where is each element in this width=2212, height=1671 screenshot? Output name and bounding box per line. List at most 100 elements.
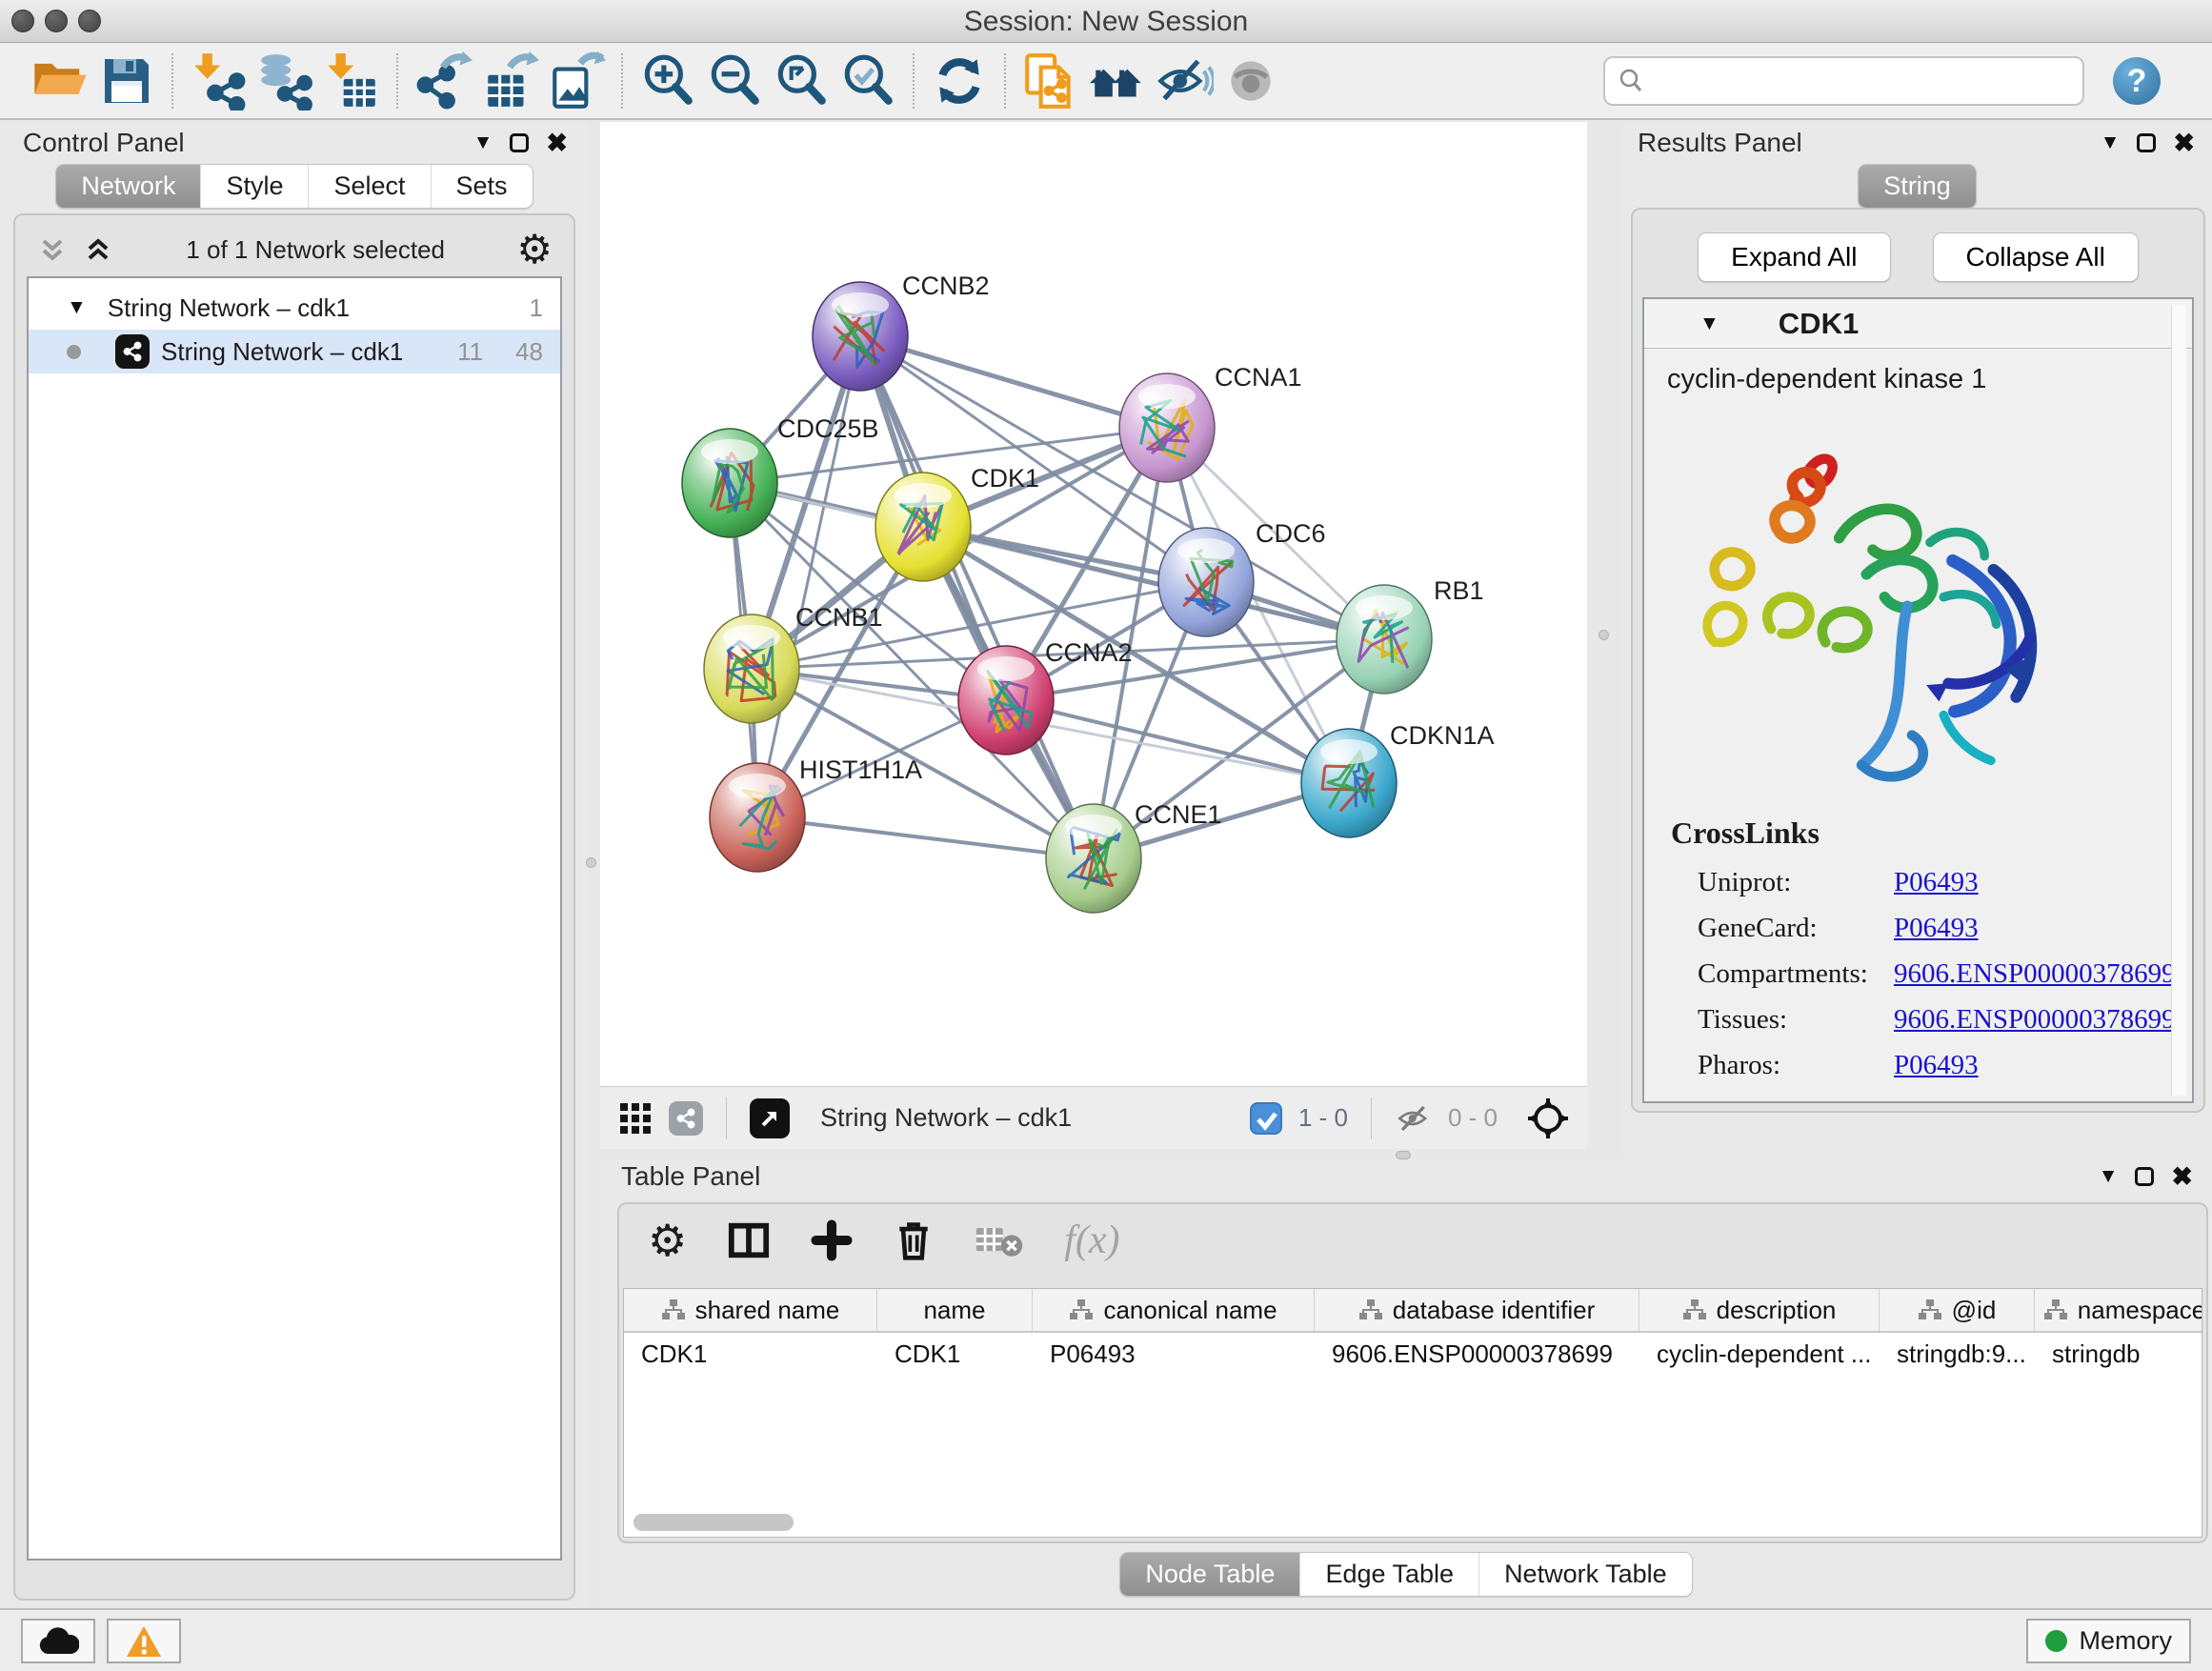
- network-node-CCNA2[interactable]: [958, 646, 1054, 755]
- expand-all-icon[interactable]: [82, 233, 114, 266]
- table-cell[interactable]: P06493: [1033, 1333, 1315, 1375]
- table-cell[interactable]: 9606.ENSP00000378699: [1315, 1333, 1639, 1375]
- float-panel-icon[interactable]: [2135, 1167, 2154, 1186]
- network-node-CDC6[interactable]: [1158, 528, 1254, 636]
- automation-cloud-button[interactable]: [21, 1619, 95, 1663]
- results-scrollbar[interactable]: [2171, 305, 2186, 1096]
- export-image-button[interactable]: [543, 50, 610, 112]
- network-node-CCNB2[interactable]: [813, 282, 908, 391]
- table-options-gear-icon[interactable]: ⚙: [648, 1218, 687, 1262]
- left-splitter-handle[interactable]: [586, 857, 596, 868]
- column-header-shared-name[interactable]: shared name: [624, 1289, 877, 1331]
- right-splitter-handle[interactable]: [1599, 630, 1609, 640]
- crosslink-link[interactable]: 9606.ENSP00000378699: [1894, 1004, 2176, 1036]
- tab-sets[interactable]: Sets: [431, 165, 533, 208]
- first-neighbors-button[interactable]: [1084, 50, 1151, 112]
- crosslink-link[interactable]: P06493: [1894, 1050, 1979, 1081]
- network-node-HIST1H1A[interactable]: [710, 763, 805, 872]
- tab-network[interactable]: Network: [56, 165, 200, 208]
- table-cell[interactable]: stringdb: [2035, 1333, 2202, 1375]
- gene-section-header[interactable]: ▼ CDK1: [1644, 299, 2192, 349]
- search-field[interactable]: [1603, 56, 2084, 106]
- open-session-button[interactable]: [27, 50, 93, 112]
- panel-menu-icon[interactable]: ▼: [2099, 1165, 2119, 1188]
- function-builder-icon[interactable]: f(x): [1064, 1218, 1119, 1263]
- tab-select[interactable]: Select: [308, 165, 430, 208]
- save-session-button[interactable]: [93, 50, 160, 112]
- detach-view-icon[interactable]: [750, 1098, 790, 1138]
- network-options-gear-icon[interactable]: ⚙: [516, 230, 553, 270]
- network-node-CCNE1[interactable]: [1046, 804, 1141, 913]
- show-columns-icon[interactable]: [727, 1218, 771, 1262]
- close-panel-icon[interactable]: ✖: [2171, 1164, 2193, 1190]
- crosslink-link[interactable]: 9606.ENSP00000378699: [1894, 958, 2176, 990]
- hidden-eye-slash-icon[interactable]: [1395, 1102, 1433, 1135]
- horizontal-splitter-handle[interactable]: [1396, 1151, 1411, 1159]
- import-network-from-database-button[interactable]: [251, 50, 318, 112]
- expand-all-button[interactable]: Expand All: [1698, 232, 1890, 282]
- network-view-type-icon[interactable]: [669, 1101, 703, 1136]
- node-table[interactable]: shared namenamecanonical namedatabase id…: [623, 1288, 2202, 1538]
- import-table-from-file-button[interactable]: [318, 50, 385, 112]
- search-input[interactable]: [1653, 66, 2071, 97]
- warnings-button[interactable]: [107, 1619, 181, 1663]
- panel-menu-icon[interactable]: ▼: [2101, 131, 2121, 154]
- grid-view-icon[interactable]: [617, 1100, 654, 1137]
- network-node-CDKN1A[interactable]: [1301, 729, 1397, 837]
- zoom-fit-content-button[interactable]: [768, 50, 835, 112]
- column-header--id[interactable]: @id: [1880, 1289, 2035, 1331]
- delete-column-trash-icon[interactable]: [893, 1218, 935, 1262]
- float-panel-icon[interactable]: [2137, 133, 2156, 152]
- section-expander-icon[interactable]: ▼: [1699, 312, 1719, 335]
- tab-network-table[interactable]: Network Table: [1478, 1553, 1692, 1596]
- column-header-namespace[interactable]: namespace: [2035, 1289, 2202, 1331]
- table-cell[interactable]: stringdb:9...: [1880, 1333, 2035, 1375]
- hide-selected-button[interactable]: [1151, 50, 1217, 112]
- network-node-CDK1[interactable]: [875, 473, 971, 581]
- column-header-description[interactable]: description: [1639, 1289, 1880, 1331]
- selected-checkbox-icon[interactable]: [1249, 1101, 1283, 1136]
- zoom-in-button[interactable]: [634, 50, 701, 112]
- network-node-CCNB1[interactable]: [704, 614, 799, 723]
- network-graph[interactable]: CCNB2CCNA1CDC25BCDK1CDC6RB1CCNB1CCNA2CDK…: [600, 122, 1587, 1086]
- crosslink-link[interactable]: P06493: [1894, 913, 1979, 944]
- column-header-name[interactable]: name: [877, 1289, 1033, 1331]
- delete-table-icon[interactable]: [975, 1220, 1024, 1260]
- tab-style[interactable]: Style: [200, 165, 308, 208]
- export-table-button[interactable]: [476, 50, 543, 112]
- zoom-out-button[interactable]: [701, 50, 768, 112]
- network-row-selected[interactable]: String Network – cdk1 11 48: [29, 330, 560, 373]
- float-panel-icon[interactable]: [510, 133, 529, 152]
- help-button[interactable]: ?: [2113, 57, 2161, 105]
- network-collection-row[interactable]: ▼ String Network – cdk1 1: [29, 286, 560, 330]
- table-cell[interactable]: CDK1: [624, 1333, 877, 1375]
- panel-menu-icon[interactable]: ▼: [473, 131, 493, 154]
- network-canvas[interactable]: CCNB2CCNA1CDC25BCDK1CDC6RB1CCNB1CCNA2CDK…: [600, 122, 1587, 1086]
- copy-network-button[interactable]: [1017, 50, 1084, 112]
- table-cell[interactable]: cyclin-dependent ...: [1639, 1333, 1880, 1375]
- zoom-selected-button[interactable]: [835, 50, 901, 112]
- column-header-database-identifier[interactable]: database identifier: [1315, 1289, 1639, 1331]
- tab-string[interactable]: String: [1859, 165, 1976, 208]
- crosslink-link[interactable]: P06493: [1894, 867, 1979, 898]
- export-network-button[interactable]: [410, 50, 476, 112]
- collection-expander-icon[interactable]: ▼: [67, 296, 87, 319]
- import-network-from-file-button[interactable]: [185, 50, 251, 112]
- birds-eye-crosshair-icon[interactable]: [1526, 1097, 1570, 1140]
- tab-edge-table[interactable]: Edge Table: [1299, 1553, 1478, 1596]
- apply-preferred-layout-button[interactable]: [926, 50, 993, 112]
- tab-node-table[interactable]: Node Table: [1120, 1553, 1299, 1596]
- show-all-button[interactable]: [1217, 50, 1284, 112]
- add-column-icon[interactable]: [811, 1219, 853, 1261]
- memory-button[interactable]: Memory: [2026, 1619, 2191, 1663]
- table-row[interactable]: CDK1CDK1P064939606.ENSP00000378699cyclin…: [624, 1333, 2202, 1375]
- network-node-RB1[interactable]: [1337, 585, 1432, 694]
- column-header-canonical-name[interactable]: canonical name: [1033, 1289, 1315, 1331]
- collapse-all-icon[interactable]: [36, 233, 69, 266]
- network-node-CCNA1[interactable]: [1119, 373, 1215, 482]
- network-node-CDC25B[interactable]: [682, 429, 777, 537]
- table-horizontal-scrollbar[interactable]: [633, 1514, 794, 1531]
- collapse-all-button[interactable]: Collapse All: [1933, 232, 2139, 282]
- close-panel-icon[interactable]: ✖: [546, 131, 568, 156]
- table-cell[interactable]: CDK1: [877, 1333, 1033, 1375]
